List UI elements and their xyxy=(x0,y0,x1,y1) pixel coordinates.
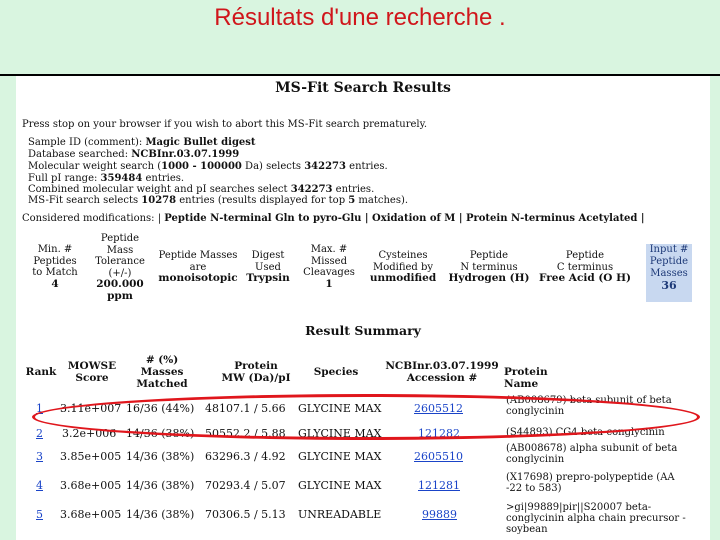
param-masses-type: Peptide Masses are monoisotopic xyxy=(158,250,238,284)
species: GLYCINE MAX xyxy=(298,479,382,492)
rank-link[interactable]: 4 xyxy=(36,479,43,492)
results-panel: MS-Fit Search Results Press stop on your… xyxy=(16,76,710,540)
database-line: Database searched: NCBInr.03.07.1999 xyxy=(28,149,240,160)
param-n-terminus: Peptide N terminus Hydrogen (H) xyxy=(448,250,530,284)
database-value: NCBInr.03.07.1999 xyxy=(131,149,240,160)
pi-range-line: Full pI range: 359484 entries. xyxy=(28,173,185,184)
table-row: 3 3.85e+005 14/36 (38%) 63296.3 / 4.92 G… xyxy=(16,443,710,472)
accession-link[interactable]: 99889 xyxy=(422,508,457,521)
param-tolerance: Peptide Mass Tolerance (+/-) 200.000 ppm xyxy=(95,233,145,302)
table-row: 5 3.68e+005 14/36 (38%) 70306.5 / 5.13 U… xyxy=(16,502,710,535)
rank-link[interactable]: 5 xyxy=(36,508,43,521)
stop-note: Press stop on your browser if you wish t… xyxy=(22,119,428,130)
header-score: MOWSE Score xyxy=(67,360,117,384)
protein-name: (X17698) prepro-polypeptide (AA -22 to 5… xyxy=(506,472,675,494)
param-min-peptides: Min. # Peptides to Match 4 xyxy=(32,244,78,290)
param-c-terminus: Peptide C terminus Free Acid (O H) xyxy=(538,250,631,284)
param-input-masses: Input # Peptide Masses 36 xyxy=(646,244,692,302)
modifications-line: Considered modifications: | Peptide N-te… xyxy=(22,213,645,224)
mw-search-line: Molecular weight search (1000 - 100000 D… xyxy=(28,161,388,172)
rank-link[interactable]: 3 xyxy=(36,450,43,463)
table-row: 4 3.68e+005 14/36 (38%) 70293.4 / 5.07 G… xyxy=(16,472,710,501)
header-protein-name: Protein Name xyxy=(504,366,548,390)
result-summary-title: Result Summary xyxy=(305,323,421,338)
header-species: Species xyxy=(313,366,359,378)
modifications-value: Peptide N-terminal Gln to pyro-Glu | Oxi… xyxy=(164,213,645,224)
accession-link[interactable]: 121281 xyxy=(418,479,460,492)
accession-link[interactable]: 2605510 xyxy=(414,450,463,463)
mw-pi: 63296.3 / 4.92 xyxy=(205,450,286,463)
species: UNREADABLE xyxy=(298,508,382,521)
param-digest: Digest Used Trypsin xyxy=(246,250,290,284)
protein-name: >gi|99889|pir||S20007 beta-conglycinin a… xyxy=(506,502,686,535)
mowse-score: 3.85e+005 xyxy=(60,450,122,463)
sample-id-value: Magic Bullet digest xyxy=(145,137,256,148)
msfit-select-line: MS-Fit search selects 10278 entries (res… xyxy=(28,195,409,206)
mw-pi: 70306.5 / 5.13 xyxy=(205,508,286,521)
combined-search-line: Combined molecular weight and pI searche… xyxy=(28,184,375,195)
rank-link[interactable]: 2 xyxy=(36,427,43,440)
masses-matched: 14/36 (38%) xyxy=(126,450,195,463)
header-rank: Rank xyxy=(25,366,57,378)
param-missed-cleavages: Max. # Missed Cleavages 1 xyxy=(303,244,355,290)
mw-pi: 70293.4 / 5.07 xyxy=(205,479,286,492)
param-cysteines: Cysteines Modified by unmodified xyxy=(369,250,437,284)
species: GLYCINE MAX xyxy=(298,450,382,463)
slide-title: Résultats d'une recherche . xyxy=(214,4,506,31)
masses-matched: 14/36 (38%) xyxy=(126,508,195,521)
protein-name: (AB008678) alpha subunit of beta conglyc… xyxy=(506,443,678,465)
masses-matched: 14/36 (38%) xyxy=(126,479,195,492)
header-accession: NCBInr.03.07.1999 Accession # xyxy=(385,360,499,384)
search-parameters: Min. # Peptides to Match 4 Peptide Mass … xyxy=(16,226,710,306)
header-masses-matched: # (%) Masses Matched xyxy=(136,354,188,390)
mowse-score: 3.68e+005 xyxy=(60,508,122,521)
page-heading: MS-Fit Search Results xyxy=(275,80,451,96)
highlight-oval xyxy=(32,394,700,440)
mowse-score: 3.68e+005 xyxy=(60,479,122,492)
header-mw-pi: Protein MW (Da)/pI xyxy=(221,360,291,384)
sample-id-line: Sample ID (comment): Magic Bullet digest xyxy=(28,137,256,148)
